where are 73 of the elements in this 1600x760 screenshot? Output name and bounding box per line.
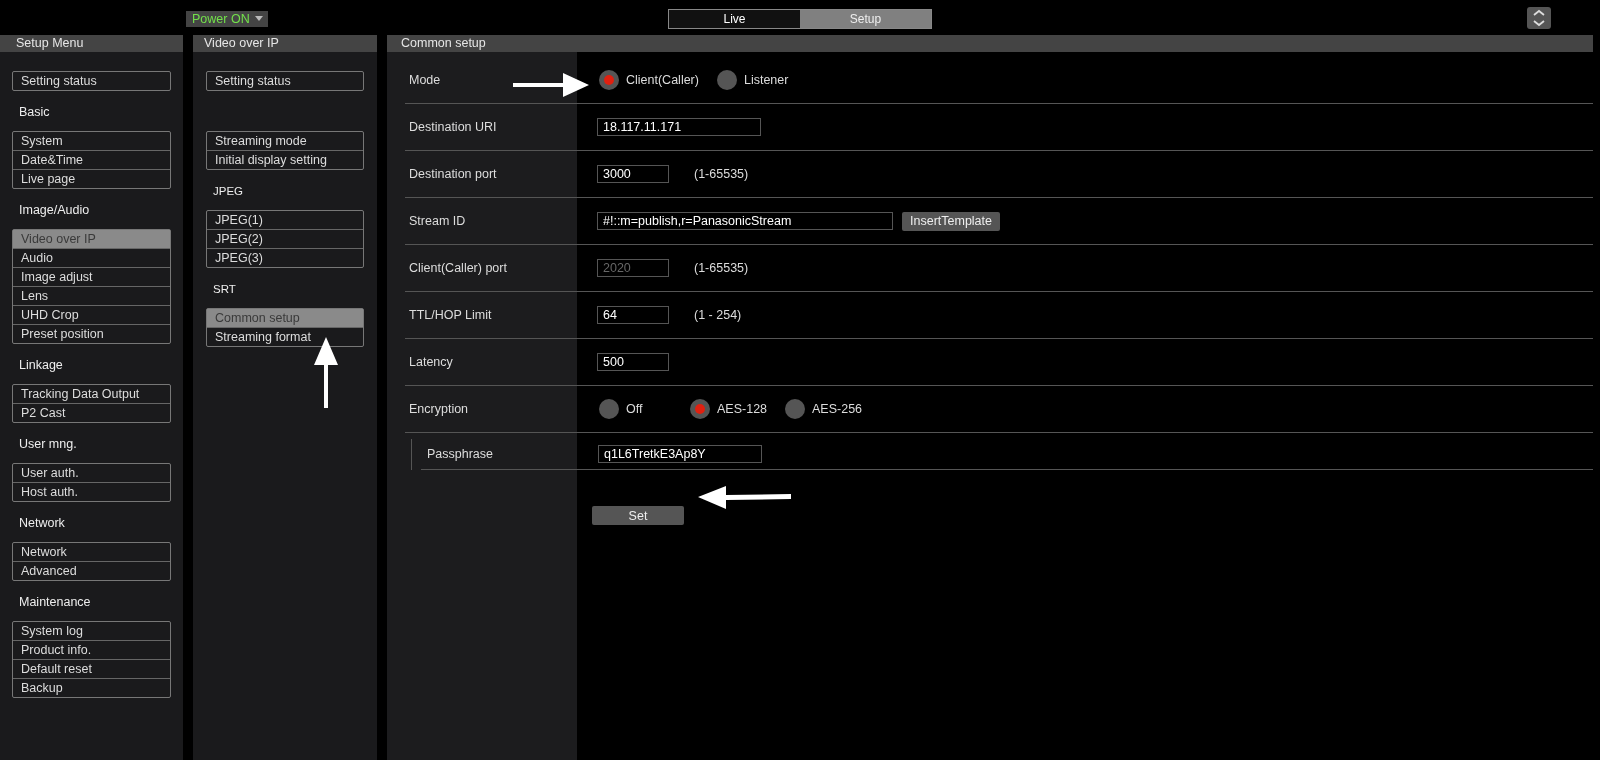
menu-item[interactable]: Lens <box>13 286 170 305</box>
menu-item[interactable]: Backup <box>13 678 170 697</box>
menu-item[interactable]: System log <box>13 622 170 640</box>
field-label: Passphrase <box>426 447 493 461</box>
radio-button[interactable] <box>785 399 806 419</box>
menu-item[interactable]: Preset position <box>13 324 170 343</box>
range-hint: (1-65535) <box>694 261 749 275</box>
input-field[interactable]: q1L6TretkE3Ap8Y <box>598 445 762 463</box>
field-label: Stream ID <box>408 214 466 228</box>
menu-item[interactable]: Default reset <box>13 659 170 678</box>
input-field: 2020 <box>597 259 669 277</box>
menu-item[interactable]: Advanced <box>13 561 170 580</box>
radio-label[interactable]: AES-128 <box>717 402 768 416</box>
menu-item[interactable]: JPEG(3) <box>207 248 363 267</box>
tab[interactable]: Live <box>669 9 800 28</box>
panel-header: Common setup <box>387 35 1593 52</box>
radio-button[interactable] <box>599 70 619 90</box>
panel-header: Video over IP <box>193 35 377 52</box>
menu-heading: Linkage <box>19 358 63 372</box>
menu-item[interactable]: Setting status <box>13 72 170 90</box>
menu-item[interactable]: Host auth. <box>13 482 170 501</box>
menu-item[interactable]: JPEG(2) <box>207 229 363 248</box>
tab[interactable]: Setup <box>800 9 931 28</box>
menu-heading: Maintenance <box>19 595 91 609</box>
field-label: Encryption <box>408 402 469 416</box>
field-label: TTL/HOP Limit <box>408 308 492 322</box>
menu-item[interactable]: Streaming mode <box>207 132 363 150</box>
caret-icon <box>254 16 263 21</box>
input-field[interactable]: #!::m=publish,r=PanasonicStream <box>597 212 893 230</box>
menu-heading: User mng. <box>19 437 77 451</box>
radio-button[interactable] <box>690 399 710 419</box>
scroll-toggle-icon[interactable] <box>1527 6 1551 29</box>
field-label: Client(Caller) port <box>408 261 507 275</box>
menu-item[interactable]: Setting status <box>207 72 363 90</box>
radio-button[interactable] <box>716 70 737 90</box>
menu-item[interactable]: System <box>13 132 170 150</box>
set-button[interactable]: Set <box>592 506 684 525</box>
radio-label[interactable]: AES-256 <box>812 402 863 416</box>
menu-item[interactable]: UHD Crop <box>13 305 170 324</box>
menu-item[interactable]: Tracking Data Output <box>13 385 170 403</box>
range-hint: (1 - 254) <box>694 308 742 322</box>
radio-label[interactable]: Listener <box>743 73 789 87</box>
annotation-arrow <box>314 337 338 408</box>
menu-heading: SRT <box>213 283 236 295</box>
radio-label[interactable]: Off <box>626 402 643 416</box>
field-label: Mode <box>408 73 441 87</box>
input-field[interactable]: 18.117.11.171 <box>597 118 761 136</box>
menu-item[interactable]: P2 Cast <box>13 403 170 422</box>
menu-item[interactable]: Audio <box>13 248 170 267</box>
radio-label[interactable]: Client(Caller) <box>626 73 699 87</box>
menu-item[interactable]: Initial display setting <box>207 150 363 169</box>
menu-item[interactable]: User auth. <box>13 464 170 482</box>
menu-heading: Network <box>19 516 65 530</box>
input-field[interactable]: 3000 <box>597 165 669 183</box>
menu-item[interactable]: JPEG(1) <box>207 211 363 229</box>
radio-button[interactable] <box>599 399 619 419</box>
field-label: Destination URI <box>408 120 497 134</box>
menu-item[interactable]: Date&Time <box>13 150 170 169</box>
input-field[interactable]: 500 <box>597 353 669 371</box>
power-dropdown[interactable]: Power ON <box>186 10 268 27</box>
input-field[interactable]: 64 <box>597 306 669 324</box>
menu-item[interactable]: Product info. <box>13 640 170 659</box>
panel-header: Setup Menu <box>0 35 183 52</box>
field-label: Latency <box>408 355 453 369</box>
menu-item[interactable]: Image adjust <box>13 267 170 286</box>
menu-heading: Basic <box>19 105 50 119</box>
menu-item[interactable]: Live page <box>13 169 170 188</box>
menu-item[interactable]: Network <box>13 543 170 561</box>
insert-template-button[interactable]: InsertTemplate <box>902 211 1000 231</box>
range-hint: (1-65535) <box>694 167 749 181</box>
field-label: Destination port <box>408 167 497 181</box>
menu-heading: Image/Audio <box>19 203 90 217</box>
menu-heading: JPEG <box>213 185 244 197</box>
